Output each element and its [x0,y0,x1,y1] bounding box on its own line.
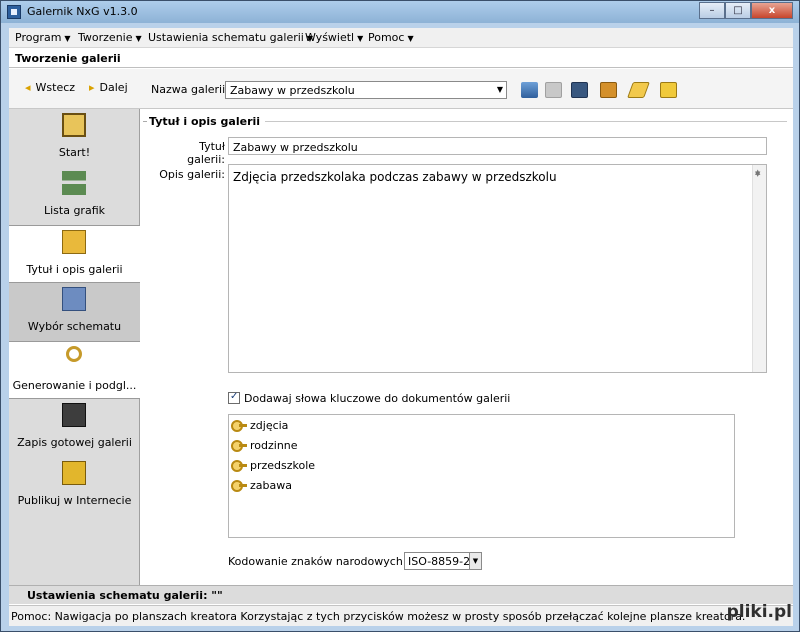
list-item[interactable]: zdjęcia [231,419,288,437]
gallery-title-input[interactable]: Zabawy w przedszkolu [228,137,767,155]
encoding-select[interactable]: ISO-8859-2 ▼ [404,552,482,570]
keywords-list[interactable]: zdjęcia rodzinne przedszkole zabawa [228,414,735,538]
status-text: Pomoc: Nawigacja po planszach kreatora K… [11,610,746,623]
window-title: Galernik NxG v1.3.0 [27,5,138,18]
app-icon [7,5,21,19]
menu-program[interactable]: Program ▼ [15,31,71,44]
key-icon [231,439,247,452]
edit-icon[interactable] [627,82,650,98]
menu-tworzenie[interactable]: Tworzenie ▼ [78,31,142,44]
image-list-icon [62,171,86,195]
list-item[interactable]: zabawa [231,479,292,497]
watermark-logo: pliki.pl [726,602,792,622]
chevron-down-icon: ▼ [64,34,71,43]
section-title: Tworzenie galerii [15,52,121,65]
list-item[interactable]: przedszkole [231,459,315,477]
keywords-checkbox-row[interactable]: Dodawaj słowa kluczowe do dokumentów gal… [228,391,511,405]
section-header: Tworzenie galerii [9,49,793,68]
schema-icon [62,287,86,311]
group-divider [143,121,147,122]
keywords-checkbox[interactable] [228,391,240,404]
save-icon[interactable] [571,82,588,98]
window-controls: – □ x [699,2,793,19]
sidebar-item-start[interactable]: Start! [9,109,140,167]
open-icon[interactable] [521,82,538,98]
magnifier-icon [66,346,82,362]
arrow-left-icon: ◂ [25,81,31,94]
globe-computer-icon [62,461,86,485]
sidebar-item-wybor-schematu[interactable]: Wybór schematu [9,283,140,341]
title-bar[interactable]: Galernik NxG v1.3.0 – □ x [1,1,799,23]
description-label: Opis galerii: [159,168,225,181]
key-icon [231,479,247,492]
chevron-down-icon: ▼ [496,85,503,94]
wizard-sidebar: Start! Lista grafik Tytuł i opis galerii… [9,109,140,585]
toolbar: ◂ Wstecz ▸ Dalej Nazwa galerii: Zabawy w p… [9,69,793,109]
package-icon[interactable] [600,82,617,98]
chevron-down-icon: ▼ [407,34,414,43]
sidebar-item-zapis[interactable]: Zapis gotowej galerii [9,399,140,457]
schema-bar: Ustawienia schematu galerii: "" [9,585,793,604]
group-divider [265,121,787,122]
gallery-name-select[interactable]: Zabawy w przedszkolu ▼ [225,81,507,99]
menu-ustawienia[interactable]: Ustawienia schematu galerii ▼ [148,31,313,44]
arrow-right-icon: ▸ [89,81,95,94]
tag-icon[interactable] [660,82,677,98]
sidebar-item-tytul[interactable]: Tytuł i opis galerii [9,225,140,283]
group-title: Tytuł i opis galerii [149,115,261,128]
gallery-name-label: Nazwa galerii: [151,83,229,96]
next-button[interactable]: ▸ Dalej [89,81,128,94]
status-bar: Pomoc: Nawigacja po planszach kreatora K… [9,605,793,626]
sidebar-item-publikuj[interactable]: Publikuj w Internecie [9,457,140,515]
menu-wyswietl[interactable]: Wyświetl ▼ [305,31,363,44]
close-button[interactable]: x [751,2,793,19]
gallery-description-textarea[interactable]: Zdjęcia przedszkolaka podczas zabawy w p… [228,164,767,373]
back-button[interactable]: ◂ Wstecz [25,81,75,94]
client-area: Program ▼ Tworzenie ▼ Ustawienia schematu … [9,28,793,626]
chevron-down-icon[interactable]: ▼ [469,553,481,569]
menu-bar: Program ▼ Tworzenie ▼ Ustawienia schematu … [9,28,793,48]
maximize-button[interactable]: □ [725,2,751,19]
sidebar-item-lista-grafik[interactable]: Lista grafik [9,167,140,225]
floppy-icon [62,403,86,427]
key-icon [231,459,247,472]
keywords-checkbox-label: Dodawaj słowa kluczowe do dokumentów gal… [244,392,511,405]
folder-open-icon [62,230,86,254]
chevron-down-icon: ▼ [135,34,142,43]
film-icon [62,113,86,137]
scroll-down-icon[interactable]: ▼ [755,170,760,369]
list-item[interactable]: rodzinne [231,439,298,457]
encoding-label: Kodowanie znaków narodowych: [228,555,407,568]
chevron-down-icon: ▼ [357,34,364,43]
menu-pomoc[interactable]: Pomoc ▼ [368,31,414,44]
app-window: Galernik NxG v1.3.0 – □ x Program ▼ Tworz… [0,0,800,632]
minimize-button[interactable]: – [699,2,725,19]
schema-label: Ustawienia schematu galerii: "" [27,589,223,602]
title-label: Tytuł galerii: [187,140,225,166]
save-disabled-icon[interactable] [545,82,562,98]
key-icon [231,419,247,432]
sidebar-item-generowanie[interactable]: Generowanie i podgl... [9,341,140,399]
vertical-scrollbar[interactable]: ▲ ▼ [752,165,766,372]
